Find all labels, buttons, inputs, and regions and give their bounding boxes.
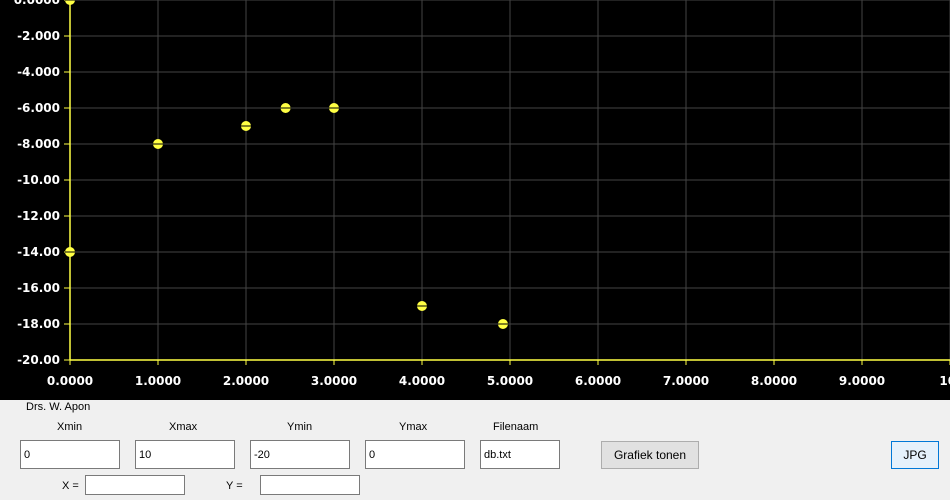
y-tick-label: -2.000 xyxy=(17,29,60,43)
axes xyxy=(64,0,950,365)
xmin-label: Xmin xyxy=(57,421,83,433)
ymin-label: Ymin xyxy=(287,421,313,433)
plot-area[interactable]: 0.0000 -2.000 -4.000 -6.000 -8.000 -10.00 -12.… xyxy=(0,0,950,400)
data-point xyxy=(280,103,291,113)
xmin-input[interactable] xyxy=(20,440,120,469)
data-point xyxy=(65,0,75,5)
y-tick-label: -10.00 xyxy=(17,173,60,187)
y-tick-label: -6.000 xyxy=(17,101,60,115)
y-tick-label: -8.000 xyxy=(17,137,60,151)
show-graph-button[interactable]: Grafiek tonen xyxy=(601,441,699,469)
x-tick-label: 7.0000 xyxy=(663,374,709,388)
x-tick-label: 9.0000 xyxy=(839,374,885,388)
y-tick-label: -16.00 xyxy=(17,281,60,295)
filename-label: Filenaam xyxy=(493,421,539,433)
x-tick-label: 2.0000 xyxy=(223,374,269,388)
data-point xyxy=(497,319,508,329)
xmax-input[interactable] xyxy=(135,440,235,469)
grid-lines xyxy=(70,0,950,360)
y-tick-label: -20.00 xyxy=(17,353,60,367)
x-tick-labels: 0.0000 1.0000 2.0000 3.0000 4.0000 5.0000 6.00… xyxy=(47,374,950,388)
data-point xyxy=(65,247,75,257)
y-tick-label: -14.00 xyxy=(17,245,60,259)
data-points xyxy=(65,0,508,329)
x-tick-label: 3.0000 xyxy=(311,374,357,388)
scatter-plot[interactable]: 0.0000 -2.000 -4.000 -6.000 -8.000 -10.00 -12.… xyxy=(0,0,950,400)
jpg-button[interactable]: JPG xyxy=(891,441,939,469)
author-label: Drs. W. Apon xyxy=(26,401,91,413)
x-tick-label: 4.0000 xyxy=(399,374,445,388)
ymax-label: Ymax xyxy=(399,421,428,433)
x-tick-label: 0.0000 xyxy=(47,374,93,388)
x-tick-label: 1.0000 xyxy=(135,374,181,388)
ymax-input[interactable] xyxy=(365,440,465,469)
x-coord-label: X = xyxy=(62,480,79,492)
x-tick-label: 5.0000 xyxy=(487,374,533,388)
y-coord-label: Y = xyxy=(226,480,243,492)
x-tick-label: 8.0000 xyxy=(751,374,797,388)
y-coord-field[interactable] xyxy=(260,475,360,495)
data-point xyxy=(241,121,251,131)
xmax-label: Xmax xyxy=(169,421,198,433)
x-tick-label: 6.0000 xyxy=(575,374,621,388)
data-point xyxy=(329,103,339,113)
ymin-input[interactable] xyxy=(250,440,350,469)
x-coord-field[interactable] xyxy=(85,475,185,495)
filename-input[interactable] xyxy=(480,440,560,469)
y-tick-labels: 0.0000 -2.000 -4.000 -6.000 -8.000 -10.00 -12.… xyxy=(14,0,60,367)
y-tick-label: -12.00 xyxy=(17,209,60,223)
data-point xyxy=(153,139,163,149)
x-tick-label: 10. xyxy=(939,374,950,388)
data-point xyxy=(417,301,427,311)
y-tick-label: 0.0000 xyxy=(14,0,60,7)
y-tick-label: -4.000 xyxy=(17,65,60,79)
y-tick-label: -18.00 xyxy=(17,317,60,331)
